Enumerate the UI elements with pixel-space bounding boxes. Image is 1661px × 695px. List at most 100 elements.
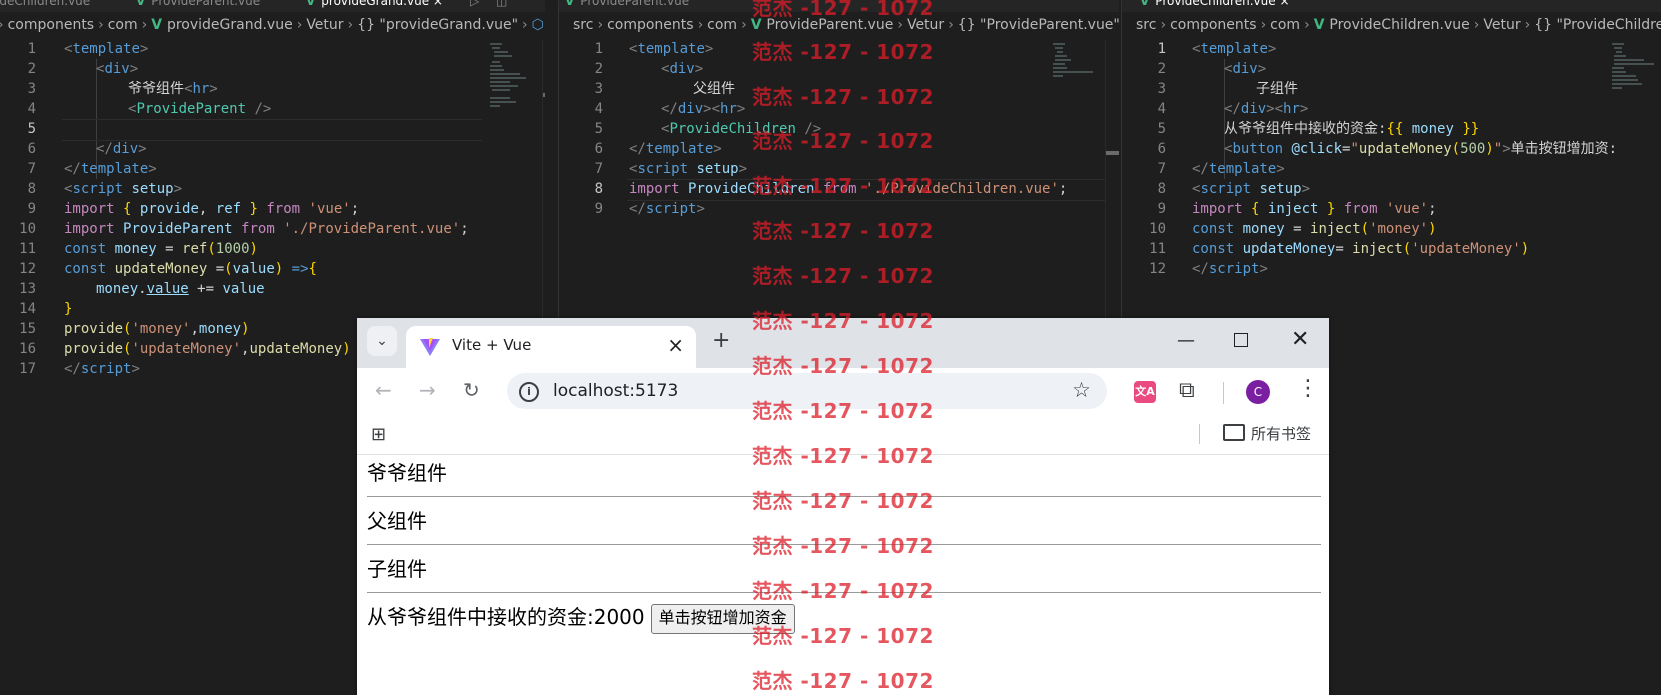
code-line: import { provide, ref } from 'vue'; [64,201,360,217]
vue-file-icon: V [151,17,167,33]
breadcrumb-item[interactable]: com [707,17,737,33]
code-line: <template> [64,41,149,57]
code-line: 爷爷组件<hr> [128,81,218,97]
run-icon[interactable]: ▷ [470,0,479,12]
info-icon[interactable]: i [519,382,539,402]
breadcrumb-item[interactable]: ProvideChildren.vue [1329,17,1469,33]
minimap[interactable] [1053,39,1105,119]
breadcrumb-item[interactable]: com [108,17,138,33]
line-number: 6 [594,141,603,157]
watermark-text: 范杰 -127 - 1072 [752,579,934,603]
bookmark-star-icon[interactable]: ☆ [1072,378,1091,402]
line-number: 6 [1157,141,1166,157]
line-number: 2 [594,61,603,77]
maximize-icon[interactable] [1234,333,1248,347]
breadcrumb-item[interactable]: src [573,17,593,33]
breadcrumb-item[interactable]: com [1270,17,1300,33]
breadcrumb: ›components›com›V provideGrand.vue›Vetur… [0,17,545,39]
code-line: provide('updateMoney',updateMoney) [64,341,351,357]
minimap[interactable] [490,39,542,119]
breadcrumb-item[interactable]: provideGrand.vue [167,17,293,33]
apps-grid-icon[interactable]: ⊞ [371,424,386,445]
line-number: 3 [594,81,603,97]
code-line: </template> [64,161,157,177]
bookmarks-folder-label: 所有书签 [1251,425,1312,443]
tab-provideparent[interactable]: V ProvideParent.vue [136,0,260,12]
symbol-icon: ⬡ [531,17,544,33]
avatar[interactable]: C [1246,380,1270,404]
code-line: import ProvideParent from './ProvidePare… [64,221,469,237]
tab-search-button[interactable]: ⌄ [367,326,397,356]
line-number: 6 [27,141,36,157]
extensions-icon[interactable]: ⧉ [1179,378,1195,403]
breadcrumb-item[interactable]: {} "ProvideChildren.vue" [1534,17,1661,33]
code-line: <button @click="updateMoney(500)">单击按钮增加… [1224,141,1618,157]
line-number: 12 [1149,261,1166,277]
line-number: 11 [19,241,36,257]
breadcrumb-item[interactable]: {} "provideGrand.vue" [357,17,518,33]
minimap[interactable] [1612,39,1661,119]
code-line: </div><hr> [1224,101,1309,117]
line-number: 7 [1157,161,1166,177]
tab-providechildren[interactable]: V ProvideChildren.vue × [1140,0,1290,12]
new-tab-button[interactable]: + [712,328,730,353]
vue-file-icon: V [136,0,146,8]
watermark-text: 范杰 -127 - 1072 [752,0,934,20]
vue-file-icon: V [1140,0,1150,8]
browser-tab[interactable]: Vite + Vue × [406,326,696,368]
code-line: </template> [1192,161,1285,177]
chevron-right-icon: › [141,17,148,33]
code-line: <script setup> [1192,181,1311,197]
close-tab-icon[interactable]: × [433,0,443,8]
line-number: 11 [1149,241,1166,257]
current-line-highlight [62,119,482,141]
line-number: 8 [27,181,36,197]
breadcrumb-item[interactable]: components [1170,17,1257,33]
close-tab-icon[interactable]: × [1279,0,1289,8]
line-number: 10 [19,221,36,237]
chevron-right-icon: › [522,17,528,33]
tab-providegrand[interactable]: VprovideGrand.vue × [306,0,443,12]
code-line: </div><hr> [661,101,746,117]
line-number: 17 [19,361,36,377]
forward-icon[interactable]: → [419,378,436,402]
code-line: </script> [64,361,140,377]
tab-provideparent[interactable]: V ProvideParent.vue [565,0,689,12]
line-number: 3 [27,81,36,97]
tab-title: Vite + Vue [452,336,532,354]
close-window-icon[interactable]: ✕ [1291,327,1309,352]
watermark-text: 范杰 -127 - 1072 [752,444,934,468]
breadcrumb-item[interactable]: components [8,17,95,33]
breadcrumb-item[interactable]: Vetur [1483,17,1520,33]
more-menu-icon[interactable]: ⋮ [1297,376,1319,401]
code-line: </script> [629,201,705,217]
code-line: <template> [1192,41,1277,57]
line-number: 7 [594,161,603,177]
watermark-text: 范杰 -127 - 1072 [752,669,934,693]
all-bookmarks-folder[interactable]: 所有书签 [1223,423,1311,444]
back-icon[interactable]: ← [375,378,392,402]
chevron-right-icon: › [347,17,354,33]
line-number: 8 [594,181,603,197]
url-text[interactable]: localhost:5173 [553,381,678,401]
code-line: </script> [1192,261,1268,277]
vite-logo-icon [420,338,440,356]
breadcrumb-item[interactable]: components [607,17,694,33]
reload-icon[interactable]: ↻ [463,378,480,402]
breadcrumb-item[interactable]: {} "ProvideParent.vue" [958,17,1119,33]
line-number: 16 [19,341,36,357]
code-line: <div> [96,61,139,77]
watermark-text: 范杰 -127 - 1072 [752,264,934,288]
close-tab-icon[interactable]: × [667,333,684,357]
chevron-right-icon: › [741,17,747,33]
breadcrumb: src › components › com › V ProvideChildren.vue… [1136,17,1661,39]
breadcrumb-item[interactable]: Vetur [306,17,343,33]
chevron-right-icon: › [296,17,303,33]
code-line: money.value += value [96,281,265,297]
split-editor-icon[interactable]: ◫ [496,0,507,12]
breadcrumb-item[interactable]: src [1136,17,1156,33]
line-number: 2 [1157,61,1166,77]
tab-idechildren[interactable]: ideChildren.vue [0,0,90,12]
minimize-icon[interactable]: — [1177,330,1195,351]
translate-extension-icon[interactable]: 文A [1134,381,1156,403]
